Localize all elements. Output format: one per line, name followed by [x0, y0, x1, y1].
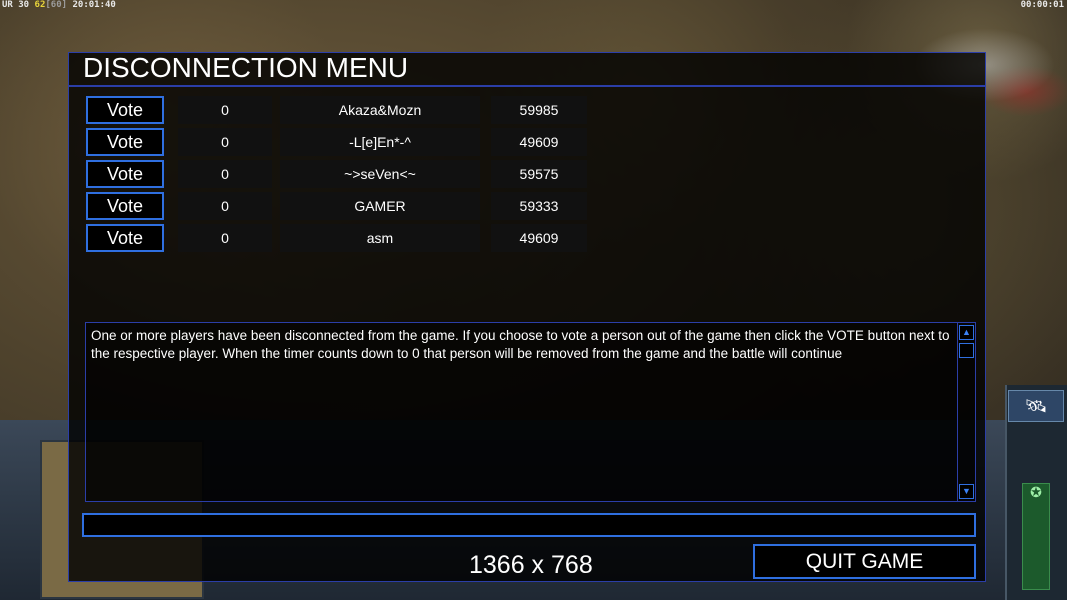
- message-scrollbar[interactable]: ▲ ▼: [957, 323, 975, 501]
- star-icon: ✪: [1030, 484, 1042, 500]
- fps-value: 30: [18, 0, 30, 10]
- scroll-up-icon[interactable]: ▲: [959, 325, 974, 340]
- player-name: asm: [280, 224, 480, 252]
- vote-button[interactable]: Vote: [86, 96, 164, 124]
- title-divider: [69, 85, 985, 87]
- vote-button[interactable]: Vote: [86, 224, 164, 252]
- system-clock: 20:01:40: [72, 0, 116, 10]
- fps-value-2: 62: [34, 0, 46, 10]
- fps-readout: UR 30 62[60] 20:01:40: [2, 0, 116, 10]
- vote-button[interactable]: Vote: [86, 192, 164, 220]
- disconnect-message: One or more players have been disconnect…: [91, 328, 950, 361]
- player-name: -L[e]En*-^: [280, 128, 480, 156]
- dialog-title: DISCONNECTION MENU: [83, 52, 409, 83]
- player-ping: 59333: [491, 192, 587, 220]
- player-ping: 49609: [491, 128, 587, 156]
- vote-count: 0: [178, 192, 272, 220]
- radar-power-meter: ✪: [1022, 483, 1050, 590]
- disconnection-dialog: DISCONNECTION MENU Vote 0 Akaza&Mozn 599…: [68, 52, 986, 582]
- player-name: Akaza&Mozn: [280, 96, 480, 124]
- fps-limit: [60]: [45, 0, 68, 10]
- satellite-icon[interactable]: 🛰: [1008, 390, 1064, 422]
- player-ping: 49609: [491, 224, 587, 252]
- vote-count: 0: [178, 160, 272, 188]
- vote-button[interactable]: Vote: [86, 128, 164, 156]
- player-ping: 59575: [491, 160, 587, 188]
- vote-count: 0: [178, 96, 272, 124]
- player-name: ~>seVen<~: [280, 160, 480, 188]
- message-box[interactable]: One or more players have been disconnect…: [85, 322, 976, 502]
- vote-count: 0: [178, 224, 272, 252]
- resolution-label: 1366 x 768: [469, 551, 593, 579]
- chat-input[interactable]: [82, 513, 976, 537]
- fps-label: UR: [2, 0, 13, 10]
- game-timer: 00:00:01: [1020, 0, 1064, 10]
- vote-count: 0: [178, 128, 272, 156]
- player-name: GAMER: [280, 192, 480, 220]
- scroll-down-icon[interactable]: ▼: [959, 484, 974, 499]
- player-ping: 59985: [491, 96, 587, 124]
- quit-game-button[interactable]: QUIT GAME: [753, 544, 976, 579]
- vote-button[interactable]: Vote: [86, 160, 164, 188]
- scroll-thumb[interactable]: [959, 343, 974, 358]
